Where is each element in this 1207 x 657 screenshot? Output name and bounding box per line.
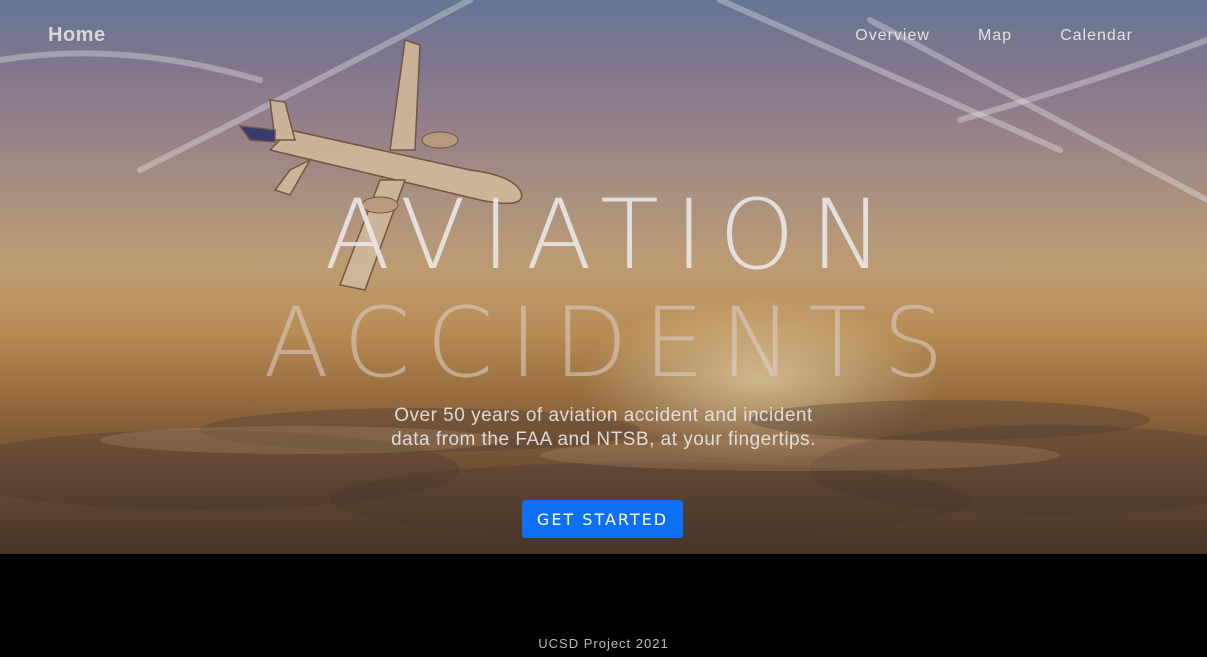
hero-title-line2: ACCIDENTS	[263, 287, 960, 399]
hero-subtitle-line2: data from the FAA and NTSB, at your fing…	[391, 429, 816, 450]
hero-title-line1: AVIATION	[324, 179, 899, 291]
hero-subtitle-line1: Over 50 years of aviation accident and i…	[394, 405, 813, 426]
footer-text: UCSD Project 2021	[538, 636, 669, 651]
get-started-button[interactable]: GET STARTED	[522, 500, 683, 538]
nav-home-link[interactable]: Home	[48, 24, 106, 47]
top-nav: Overview Map Calendar	[855, 27, 1133, 45]
nav-link-calendar[interactable]: Calendar	[1060, 27, 1133, 45]
nav-link-overview[interactable]: Overview	[855, 27, 930, 45]
nav-link-map[interactable]: Map	[978, 27, 1012, 45]
hero-subtitle: Over 50 years of aviation accident and i…	[0, 404, 1207, 452]
